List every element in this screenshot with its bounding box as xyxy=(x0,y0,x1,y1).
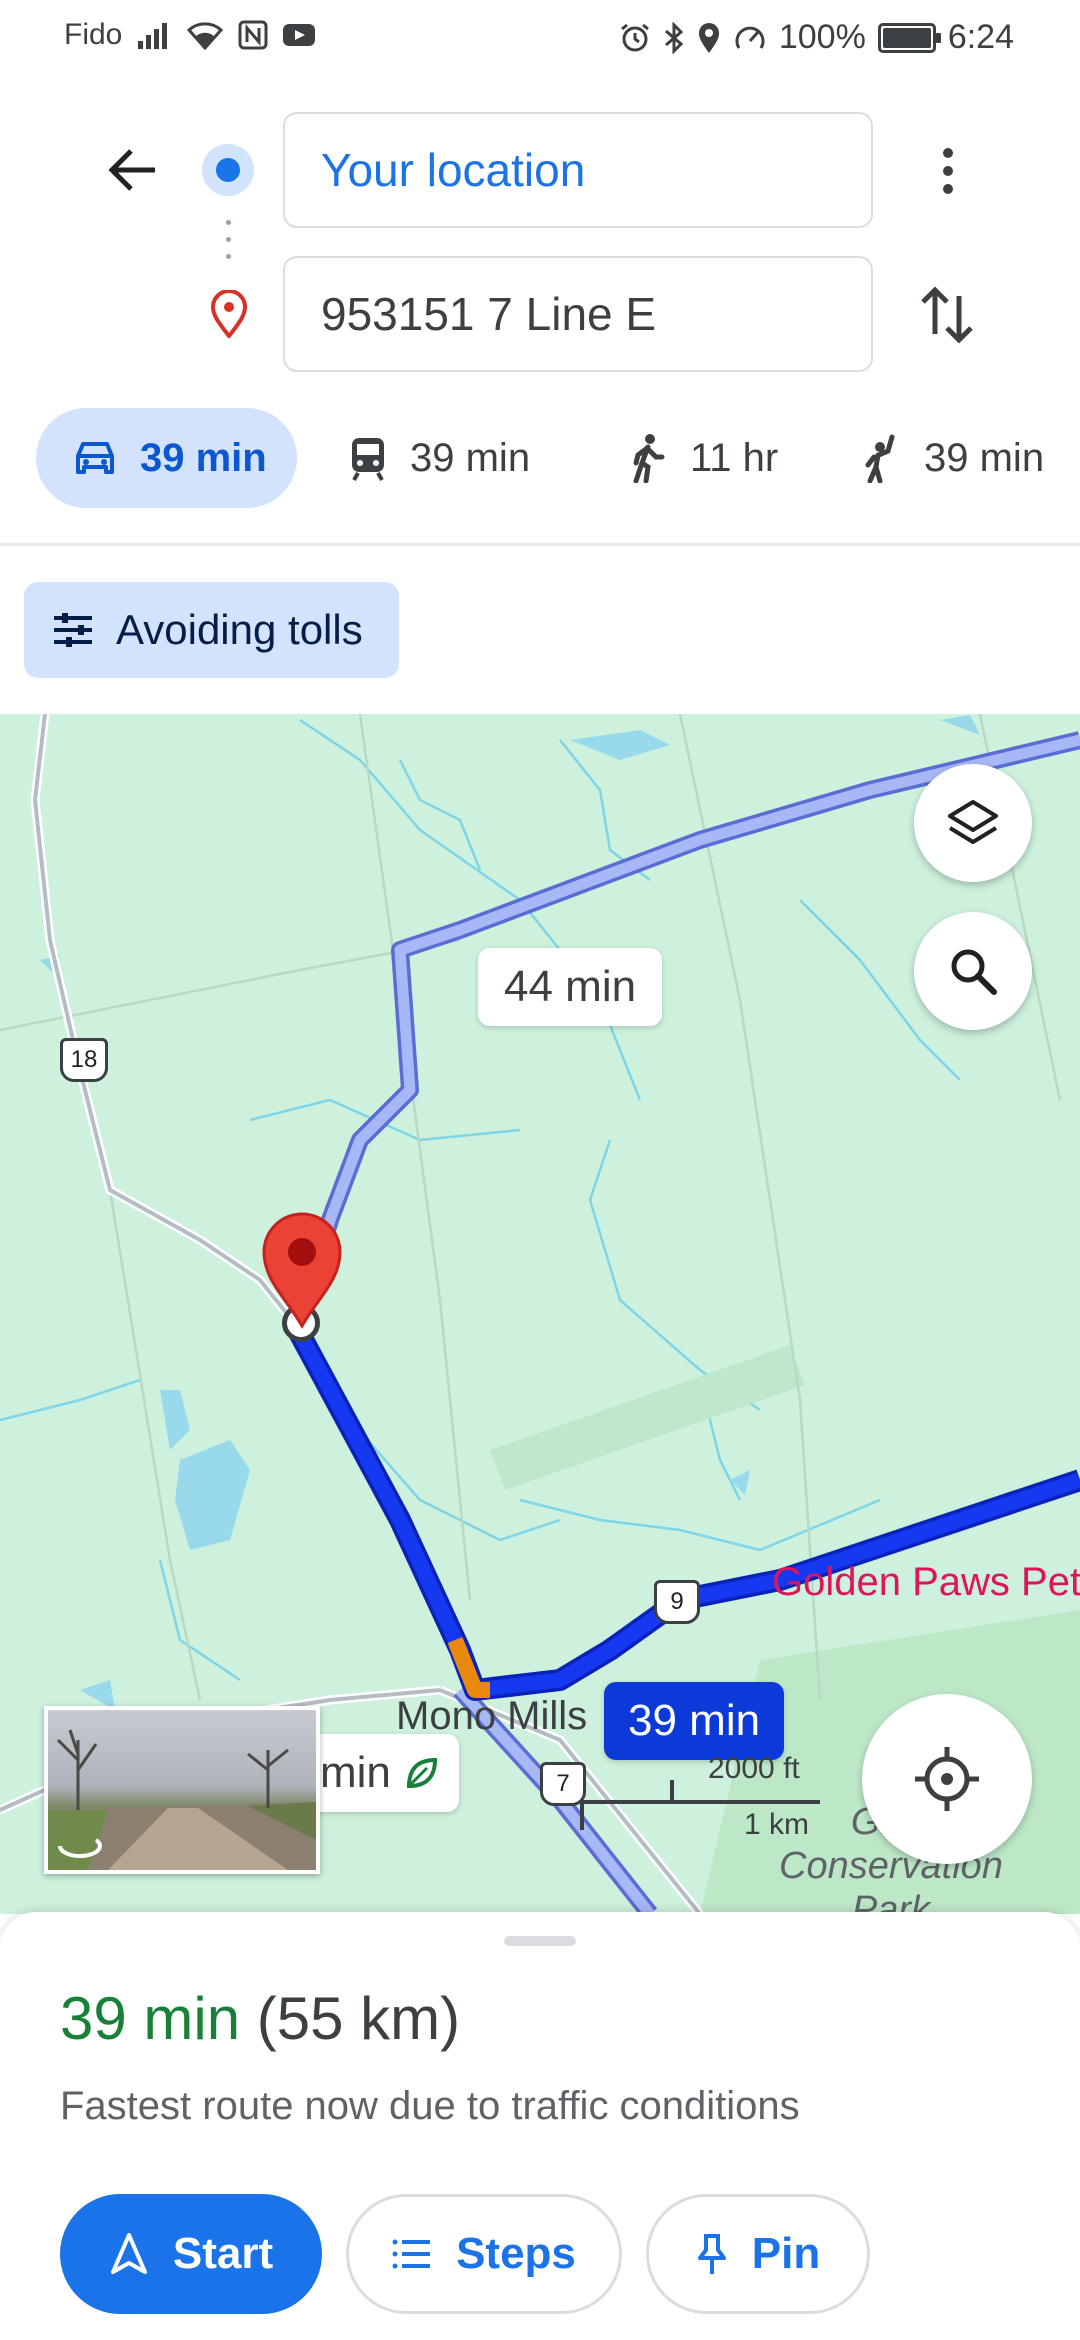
pin-button-label: Pin xyxy=(751,2229,821,2278)
alt-route-time-label[interactable]: 44 min xyxy=(478,948,663,1026)
header-divider xyxy=(0,543,1080,546)
signal-icon xyxy=(138,23,168,49)
destination-pin-icon xyxy=(210,290,248,338)
list-icon xyxy=(392,2239,431,2269)
avoiding-tolls-label: Avoiding tolls xyxy=(116,606,363,653)
clock: 6:24 xyxy=(947,18,1014,56)
mode-transit-label: 39 min xyxy=(410,435,531,480)
pin-button[interactable]: Pin xyxy=(646,2194,870,2314)
more-vert-icon xyxy=(943,148,953,194)
town-label: Mono Mills xyxy=(396,1694,588,1738)
layers-icon xyxy=(948,800,998,844)
battery-icon xyxy=(877,22,941,53)
road-shield-18: 18 xyxy=(60,1038,108,1082)
road-shield-9: 9 xyxy=(654,1580,700,1624)
mode-walk-label: 11 hr xyxy=(690,435,779,480)
origin-dot-icon xyxy=(202,144,254,196)
mode-drive-tab[interactable]: 39 min xyxy=(36,408,297,508)
mode-ride-label: 39 min xyxy=(924,435,1045,480)
status-right: 100% 6:24 xyxy=(619,18,1014,57)
more-options-button[interactable] xyxy=(918,136,978,206)
my-location-button[interactable] xyxy=(862,1694,1032,1864)
walk-icon xyxy=(633,434,665,483)
hail-icon xyxy=(865,434,895,483)
steps-button[interactable]: Steps xyxy=(346,2194,622,2314)
road-shield-7-label: 7 xyxy=(556,1770,570,1797)
map-search-button[interactable] xyxy=(914,912,1032,1030)
destination-input[interactable]: 953151 7 Line E xyxy=(283,256,873,372)
route-summary-sheet[interactable]: 39 min (55 km) Fastest route now due to … xyxy=(0,1912,1080,2340)
nfc-icon xyxy=(238,20,268,50)
car-icon xyxy=(76,442,114,474)
route-summary-title: 39 min (55 km) xyxy=(60,1984,460,2053)
swap-button[interactable] xyxy=(912,280,982,350)
mode-transit-tab[interactable]: 39 min xyxy=(348,408,530,508)
route-distance: (55 km) xyxy=(256,1985,461,2052)
navigation-arrow-icon xyxy=(110,2233,147,2274)
mode-ride-tab[interactable]: 39 min xyxy=(862,408,1044,508)
youtube-icon xyxy=(283,24,316,46)
sheet-drag-handle[interactable] xyxy=(504,1936,576,1946)
steps-button-label: Steps xyxy=(456,2229,576,2278)
arrow-back-icon xyxy=(108,149,155,191)
start-button-label: Start xyxy=(172,2229,274,2278)
eco-route-time-label[interactable]: min xyxy=(300,1734,459,1812)
alarm-icon xyxy=(620,23,649,51)
scale-ft-label: 2000 ft xyxy=(708,1752,800,1785)
pin-icon xyxy=(697,2234,726,2274)
my-location-icon xyxy=(915,1747,979,1811)
battery-percent: 100% xyxy=(778,18,866,56)
avoiding-tolls-chip[interactable]: Avoiding tolls xyxy=(24,582,399,678)
train-icon xyxy=(352,438,384,481)
origin-text: Your location xyxy=(321,144,586,196)
wifi-icon xyxy=(187,22,224,50)
road-shield-9-label: 9 xyxy=(670,1588,684,1615)
route-note: Fastest route now due to traffic conditi… xyxy=(60,2084,800,2128)
status-bar: Fido 100% 6:24 xyxy=(0,0,1080,78)
swap-vert-icon xyxy=(921,286,973,344)
poi-label[interactable]: Golden Paws Pet xyxy=(772,1560,1080,1605)
selected-route-time-label[interactable]: 39 min xyxy=(604,1682,785,1760)
road-shield-18-label: 18 xyxy=(70,1046,98,1073)
scale-km-label: 1 km xyxy=(744,1808,810,1841)
mode-drive-label: 39 min xyxy=(140,435,267,480)
alt-route-time-text: 44 min xyxy=(504,962,637,1011)
destination-text: 953151 7 Line E xyxy=(321,288,657,340)
status-left: Fido xyxy=(64,18,316,52)
map-layers-button[interactable] xyxy=(914,764,1032,882)
data-saver-icon xyxy=(735,26,765,49)
eco-route-time-text: min xyxy=(320,1748,391,1797)
selected-route-time-text: 39 min xyxy=(628,1696,761,1745)
destination-marker-icon[interactable] xyxy=(258,1210,346,1330)
location-icon xyxy=(698,22,719,53)
leaf-icon xyxy=(406,1757,437,1789)
route-dots xyxy=(226,220,232,266)
start-button[interactable]: Start xyxy=(60,2194,322,2314)
route-duration: 39 min xyxy=(60,1985,241,2052)
street-view-thumbnail[interactable] xyxy=(44,1706,320,1874)
origin-input[interactable]: Your location xyxy=(283,112,873,228)
search-icon xyxy=(951,949,997,995)
travel-mode-tabs: 39 min 39 min 11 hr 39 min xyxy=(0,408,1080,508)
street-view-image xyxy=(48,1729,316,1870)
bluetooth-icon xyxy=(664,21,684,54)
tune-icon xyxy=(54,613,92,647)
back-button[interactable] xyxy=(96,134,168,206)
road-shield-7: 7 xyxy=(540,1762,586,1806)
carrier-label: Fido xyxy=(64,18,123,51)
mode-walk-tab[interactable]: 11 hr xyxy=(628,408,778,508)
